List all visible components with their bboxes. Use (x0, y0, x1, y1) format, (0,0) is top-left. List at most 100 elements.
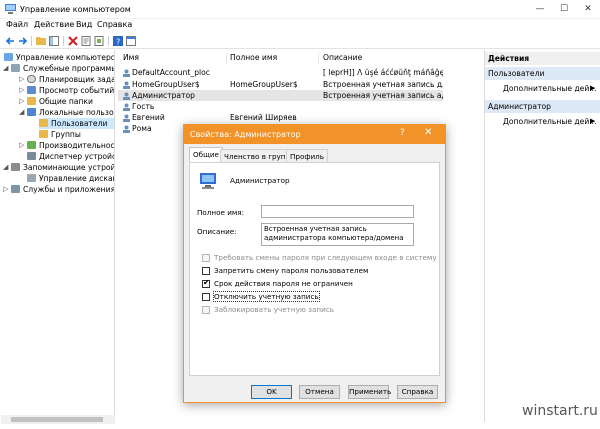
submenu-arrow-icon: ▶ (590, 117, 596, 125)
more-actions-link[interactable]: Дополнительные дей... (503, 84, 597, 93)
account-disabled-label: Отключить учетную запись (213, 291, 320, 302)
expand-arrow-icon[interactable]: ▷ (19, 96, 24, 107)
full-name-field[interactable] (261, 205, 414, 218)
tree-item-local-users[interactable]: ◢ Локальные пользовател (19, 107, 114, 118)
tree-item-task-scheduler[interactable]: ▷ Планировщик заданий (19, 74, 114, 85)
tree-root[interactable]: Управление компьютером (л (4, 52, 114, 63)
disk-icon (27, 174, 36, 182)
toolbar: ? (0, 33, 600, 49)
tree-item-users[interactable]: Пользователи (39, 118, 114, 129)
user-avatar-icon (200, 173, 216, 189)
tree-item-services-apps[interactable]: ▷ Службы и приложения (3, 184, 114, 195)
menu-action[interactable]: Действие (34, 20, 74, 29)
export-list-icon[interactable] (94, 36, 104, 46)
expand-arrow-icon[interactable]: ▷ (3, 184, 8, 195)
tab-profile[interactable]: Профиль (286, 149, 329, 163)
delete-icon[interactable] (68, 36, 78, 46)
tree-item-storage[interactable]: ◢ Запоминающие устройств (3, 162, 114, 173)
window-title-bar: Управление компьютером — ☐ ✕ (0, 0, 600, 19)
column-divider[interactable] (226, 53, 227, 64)
actions-pane: Действия Пользователи Дополнительные дей… (484, 50, 600, 422)
svg-text:?: ? (116, 37, 120, 46)
user-row[interactable]: Евгений Евгений Ширяев (118, 112, 443, 123)
column-header-name[interactable]: Имя (123, 53, 139, 64)
tree-item-device-manager[interactable]: Диспетчер устройств (27, 151, 114, 162)
user-row[interactable]: HomeGroupUser$ HomeGroupUser$ Встроенная… (118, 79, 443, 90)
toolbar-separator (31, 36, 32, 46)
tree-horizontal-scrollbar[interactable] (1, 415, 115, 424)
users-icon (27, 108, 36, 116)
dialog-title-bar: Свойства: Администратор ? ✕ (184, 125, 445, 144)
more-actions-link[interactable]: Дополнительные дей... (503, 117, 597, 126)
maximize-button[interactable]: ☐ (552, 0, 576, 19)
help-button[interactable]: Справка (397, 385, 438, 399)
folder-icon (39, 130, 48, 138)
tree-item-shared-folders[interactable]: ▷ Общие папки (19, 96, 93, 107)
shared-folder-icon (27, 97, 36, 105)
ok-button[interactable]: OK (251, 385, 292, 399)
menu-help[interactable]: Справка (97, 20, 132, 29)
collapse-arrow-icon[interactable]: ◢ (3, 162, 8, 173)
back-arrow-icon[interactable] (5, 36, 15, 46)
user-row[interactable]: DefaultAccount_ploc [ leprH]] Λ ŭşé áććø… (118, 67, 443, 78)
minimize-button[interactable]: — (528, 0, 552, 19)
actions-section-users[interactable]: Пользователи (485, 67, 600, 80)
menu-view[interactable]: Вид (76, 20, 92, 29)
tab-general[interactable]: Общие (189, 147, 223, 163)
action-pane-icon[interactable] (126, 36, 136, 46)
column-divider[interactable] (318, 53, 319, 64)
properties-icon[interactable] (81, 36, 91, 46)
dialog-help-button[interactable]: ? (400, 128, 405, 138)
device-manager-icon (27, 152, 36, 160)
user-row[interactable]: Администратор Встроенная учетная запись … (118, 90, 443, 101)
menu-file[interactable]: Файл (6, 20, 28, 29)
user-row[interactable]: Гость (118, 101, 443, 112)
up-folder-icon[interactable] (36, 36, 46, 46)
tree-item-system-tools[interactable]: ◢ Служебные программы (3, 63, 114, 74)
apply-button[interactable]: Применить (348, 385, 391, 399)
description-label: Описание: (197, 227, 237, 236)
show-hide-tree-icon[interactable] (49, 36, 59, 46)
account-locked-label: Заблокировать учетную запись (214, 305, 334, 314)
clock-icon (27, 75, 36, 83)
tools-icon (11, 64, 20, 72)
actions-section-administrator[interactable]: Администратор (485, 100, 600, 113)
site-watermark: winstart.ru (522, 403, 598, 419)
scrollbar-thumb[interactable] (11, 417, 103, 422)
must-change-password-checkbox[interactable] (202, 254, 210, 262)
expand-arrow-icon[interactable]: ▷ (19, 140, 24, 151)
collapse-arrow-icon[interactable]: ◢ (19, 107, 24, 118)
services-icon (11, 185, 20, 193)
help-icon[interactable]: ? (113, 36, 123, 46)
account-disabled-checkbox[interactable] (202, 293, 210, 301)
tree-item-disk-management[interactable]: Управление дисками (27, 173, 114, 184)
account-locked-checkbox[interactable] (202, 306, 210, 314)
tree-item-groups[interactable]: Группы (39, 129, 81, 140)
cancel-button[interactable]: Отмена (299, 385, 340, 399)
event-viewer-icon (27, 86, 36, 94)
user-icon (123, 125, 130, 133)
forward-arrow-icon[interactable] (18, 36, 28, 46)
actions-header: Действия (485, 52, 600, 65)
collapse-arrow-icon[interactable]: ◢ (3, 63, 8, 74)
user-icon (123, 114, 130, 122)
password-never-expires-checkbox[interactable]: ✔ (202, 278, 210, 288)
toolbar-separator (108, 36, 109, 46)
tree-item-performance[interactable]: ▷ Производительность (19, 140, 114, 151)
password-never-expires-label: Срок действия пароля не ограничен (214, 279, 353, 288)
column-header-full-name[interactable]: Полное имя (230, 53, 277, 64)
expand-arrow-icon[interactable]: ▷ (19, 74, 24, 85)
expand-arrow-icon[interactable]: ▷ (19, 85, 24, 96)
user-name-label: Администратор (230, 176, 290, 185)
user-icon (123, 81, 130, 89)
must-change-password-label: Требовать смены пароля при следующем вхо… (214, 253, 437, 262)
computer-management-window: Управление компьютером — ☐ ✕ Файл Действ… (0, 0, 600, 429)
close-button[interactable]: ✕ (576, 0, 600, 19)
user-icon (123, 92, 130, 100)
description-field[interactable]: Встроенная учетная запись администратора… (261, 223, 414, 246)
cannot-change-password-checkbox[interactable] (202, 267, 210, 275)
column-header-description[interactable]: Описание (323, 53, 362, 64)
tree-item-event-viewer[interactable]: ▷ Просмотр событий (19, 85, 114, 96)
user-icon (123, 69, 130, 77)
dialog-close-button[interactable]: ✕ (424, 127, 432, 138)
